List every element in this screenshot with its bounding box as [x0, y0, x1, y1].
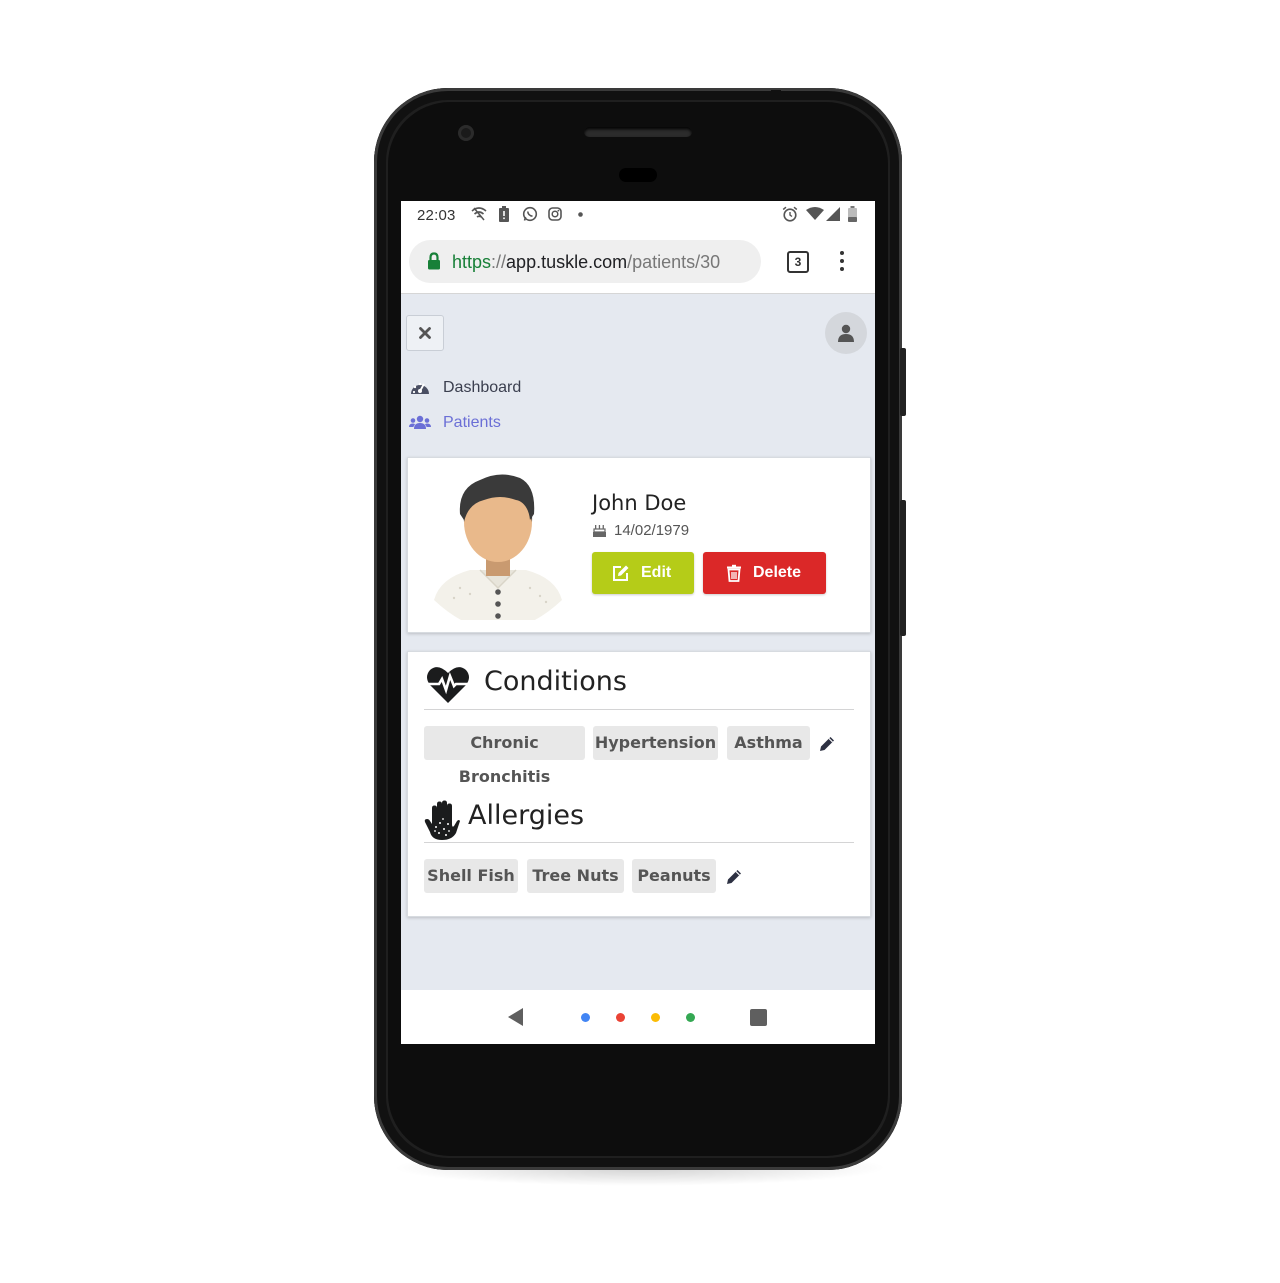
- allergy-tag[interactable]: Tree Nuts: [527, 859, 624, 893]
- back-icon[interactable]: [507, 1008, 525, 1026]
- status-bar: 22:03: [401, 201, 875, 229]
- condition-tag[interactable]: Asthma: [727, 726, 810, 760]
- signal-icon: [826, 207, 840, 221]
- users-icon: [409, 415, 431, 429]
- user-menu-button[interactable]: [825, 312, 867, 354]
- delete-patient-button[interactable]: Delete: [703, 552, 826, 594]
- delete-button-label: Delete: [753, 564, 802, 581]
- assistant-dot-yellow[interactable]: [651, 1013, 660, 1022]
- proximity-sensor: [619, 168, 657, 182]
- allergy-hand-icon: [424, 800, 460, 840]
- browser-menu-icon[interactable]: [839, 251, 845, 273]
- sidebar-item-label: Dashboard: [443, 379, 522, 396]
- patient-avatar: [434, 474, 562, 620]
- edit-button-label: Edit: [641, 564, 672, 581]
- whatsapp-icon: [522, 206, 538, 222]
- battery-icon: [848, 206, 857, 222]
- birthday-cake-icon: [593, 525, 606, 537]
- instagram-icon: [548, 207, 562, 221]
- assistant-dot-red[interactable]: [616, 1013, 625, 1022]
- dot-icon: [578, 212, 583, 217]
- close-icon: [419, 327, 431, 339]
- sidebar-item-label: Patients: [443, 414, 501, 431]
- url-host: app.tuskle.com: [506, 252, 628, 272]
- condition-tag[interactable]: Chronic Bronchitis: [424, 726, 585, 786]
- lock-icon: [428, 252, 440, 270]
- wifi-off-icon: [471, 207, 487, 221]
- url-path: /patients/30: [627, 252, 721, 272]
- power-button: [900, 348, 906, 416]
- assistant-dot-blue[interactable]: [581, 1013, 590, 1022]
- url-scheme: https: [452, 252, 492, 272]
- address-bar[interactable]: https://app.tuskle.com/patients/30: [409, 240, 761, 283]
- edit-allergies-pencil-icon[interactable]: [725, 868, 743, 886]
- conditions-divider: [424, 709, 854, 710]
- edit-conditions-pencil-icon[interactable]: [818, 735, 836, 753]
- url-text[interactable]: https://app.tuskle.com/patients/30: [452, 252, 720, 273]
- allergy-tag[interactable]: Peanuts: [632, 859, 716, 893]
- browser-toolbar: https://app.tuskle.com/patients/30 3: [401, 229, 875, 294]
- edit-patient-button[interactable]: Edit: [592, 552, 694, 594]
- heartbeat-icon: [426, 667, 470, 703]
- front-camera: [458, 125, 474, 141]
- phone-screen: 22:03 https://app.tuskle.com/patients/30…: [401, 201, 875, 1044]
- close-sidebar-button[interactable]: [406, 315, 444, 351]
- recent-apps-icon[interactable]: [750, 1009, 767, 1026]
- battery-alert-icon: [499, 206, 509, 222]
- dashboard-icon: [411, 382, 429, 394]
- phone-top-notch: [771, 90, 781, 100]
- trash-icon: [727, 564, 741, 582]
- android-nav-bar: [401, 990, 875, 1044]
- allergy-tag[interactable]: Shell Fish: [424, 859, 518, 893]
- patient-dob: 14/02/1979: [614, 522, 690, 539]
- patient-name: John Doe: [592, 491, 687, 515]
- condition-tag[interactable]: Hypertension: [593, 726, 718, 760]
- status-time: 22:03: [417, 207, 456, 224]
- user-icon: [838, 324, 854, 342]
- alarm-icon: [782, 206, 798, 222]
- assistant-dot-green[interactable]: [686, 1013, 695, 1022]
- edit-icon: [613, 565, 629, 581]
- allergies-divider: [424, 842, 854, 843]
- wifi-icon: [806, 207, 824, 220]
- patient-card: John Doe 14/02/1979 Edit Delete: [407, 457, 871, 633]
- earpiece-speaker: [584, 127, 692, 137]
- tab-switcher-button[interactable]: 3: [787, 251, 809, 273]
- medical-info-card: Conditions Chronic Bronchitis Hypertensi…: [407, 651, 871, 917]
- conditions-title: Conditions: [484, 666, 627, 697]
- allergies-title: Allergies: [468, 800, 585, 831]
- volume-button: [900, 500, 906, 636]
- url-separator: ://: [491, 252, 507, 272]
